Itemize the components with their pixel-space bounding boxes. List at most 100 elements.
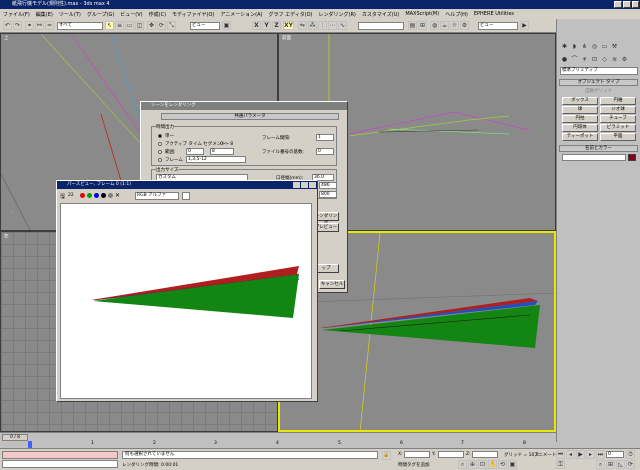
category-dropdown[interactable]: 標準プリミティブ xyxy=(560,67,638,75)
geosphere-button[interactable]: ジオ球 xyxy=(600,106,636,114)
every-nth-field[interactable]: 1 xyxy=(316,134,334,141)
axis-z-button[interactable]: Z xyxy=(272,21,281,30)
create-tab-icon[interactable]: ✱ xyxy=(560,42,569,51)
menu-group[interactable]: グループ(G) xyxy=(84,11,117,18)
key-mode-icon[interactable]: ⚿ xyxy=(556,460,565,469)
cone-button[interactable]: 円錐 xyxy=(600,97,636,105)
select-by-name-icon[interactable]: ≡ xyxy=(115,21,124,30)
frame-minimize-button[interactable] xyxy=(293,182,300,188)
link-icon[interactable]: ⚭ xyxy=(25,21,34,30)
spacing-icon[interactable]: ⋯ xyxy=(328,21,337,30)
goto-start-icon[interactable]: ⏮ xyxy=(556,450,565,459)
rect-region-icon[interactable]: ▭ xyxy=(125,21,134,30)
save-image-icon[interactable]: 🖫 xyxy=(60,192,65,202)
axis-y-button[interactable]: Y xyxy=(262,21,271,30)
pivot-center-icon[interactable]: ▣ xyxy=(222,21,231,30)
name-color-rollout[interactable]: 名前とカラー xyxy=(559,145,638,152)
bind-spacewarp-icon[interactable]: ≈ xyxy=(45,21,54,30)
menu-create[interactable]: 作成(C) xyxy=(146,11,169,18)
menu-animation[interactable]: アニメーション(A) xyxy=(217,11,265,18)
current-frame-field[interactable]: 0 xyxy=(606,451,624,458)
menu-edit[interactable]: 編集(E) xyxy=(33,11,56,18)
range-to-field[interactable]: 8 xyxy=(210,148,234,155)
render-view-dropdown[interactable]: ビュー xyxy=(478,22,518,30)
select-rotate-icon[interactable]: ⟳ xyxy=(157,21,166,30)
plane-button[interactable]: 平面 xyxy=(600,133,636,141)
modify-tab-icon[interactable]: ◗ xyxy=(570,42,579,51)
undo-icon[interactable]: ↶ xyxy=(3,21,12,30)
zoom-all-icon[interactable]: ⊕ xyxy=(468,460,477,469)
animate-button[interactable]: アニメート xyxy=(534,452,556,458)
object-type-rollout[interactable]: オブジェクト タイプ xyxy=(559,79,638,86)
active-segment-radio[interactable] xyxy=(158,142,162,146)
time-slider-bar[interactable]: 0 / 8 1 2 3 4 5 6 7 8 xyxy=(0,432,556,448)
geometry-icon[interactable]: ● xyxy=(560,55,569,64)
pyramid-button[interactable]: ピラミッド xyxy=(600,124,636,132)
motion-tab-icon[interactable]: ◎ xyxy=(590,42,599,51)
width-value-field[interactable]: 486 xyxy=(319,182,337,189)
menu-views[interactable]: ビュー(V) xyxy=(117,11,145,18)
spacewarps-icon[interactable]: ≋ xyxy=(610,55,619,64)
region-zoom-icon[interactable]: ⊞ xyxy=(606,460,615,469)
arc-rotate-icon[interactable]: ⟲ xyxy=(498,460,507,469)
ref-coord-dropdown[interactable]: ビュー xyxy=(190,22,220,30)
selection-filter-dropdown[interactable]: すべて xyxy=(57,22,103,30)
common-params-rollout[interactable]: 共通パラメータ xyxy=(161,113,339,120)
object-name-field[interactable] xyxy=(562,154,626,161)
frames-radio[interactable] xyxy=(158,158,162,162)
next-frame-icon[interactable]: ▸ xyxy=(586,450,595,459)
shapes-icon[interactable]: ⌒ xyxy=(570,55,579,64)
orbit-icon[interactable]: ⟳ xyxy=(626,460,635,469)
axis-xy-button[interactable]: XY xyxy=(283,21,294,30)
axis-x-button[interactable]: X xyxy=(252,21,261,30)
pan-icon[interactable]: ✋ xyxy=(488,460,497,469)
box-button[interactable]: ボックス xyxy=(562,97,598,105)
blue-channel-icon[interactable] xyxy=(94,193,99,198)
track-view-icon[interactable]: ▤ xyxy=(408,21,417,30)
menu-tools[interactable]: ツール(T) xyxy=(56,11,84,18)
schematic-view-icon[interactable]: ⊞ xyxy=(418,21,427,30)
file-number-field[interactable]: 0 xyxy=(316,148,334,155)
array-icon[interactable]: ⁂ xyxy=(308,21,317,30)
tube-button[interactable]: チューブ xyxy=(600,115,636,123)
render-last-icon[interactable]: ▶ xyxy=(520,21,529,30)
material-editor-icon[interactable]: ◍ xyxy=(430,21,439,30)
channel-dropdown[interactable]: RGB アルファ xyxy=(135,192,179,200)
named-selection-dropdown[interactable] xyxy=(358,22,404,30)
sphere-button[interactable]: 球 xyxy=(562,106,598,114)
field-of-view-icon[interactable]: ◺ xyxy=(616,460,625,469)
display-tab-icon[interactable]: ▭ xyxy=(600,42,609,51)
frames-field[interactable]: 1,3,5-12 xyxy=(186,156,246,163)
helpers-icon[interactable]: ◇ xyxy=(600,55,609,64)
select-move-icon[interactable]: ✥ xyxy=(147,21,156,30)
menu-ephere[interactable]: EPHERE Utilities xyxy=(471,11,517,17)
frame-close-button[interactable] xyxy=(309,182,316,188)
play-icon[interactable]: ▶ xyxy=(576,450,585,459)
utilities-tab-icon[interactable]: ⚒ xyxy=(610,42,619,51)
single-radio[interactable] xyxy=(158,134,162,138)
x-coordinate-field[interactable] xyxy=(404,451,430,458)
lock-selection-icon[interactable]: 🔒 xyxy=(382,451,391,460)
object-color-swatch[interactable] xyxy=(628,154,636,161)
window-crossing-icon[interactable]: ◫ xyxy=(135,21,144,30)
cancel-button[interactable]: キャンセル xyxy=(319,280,345,289)
menu-help[interactable]: ヘルプ(H) xyxy=(442,11,471,18)
maximize-viewport-icon[interactable]: ▣ xyxy=(508,460,517,469)
red-channel-icon[interactable] xyxy=(80,193,85,198)
maxscript-listener-field[interactable] xyxy=(2,451,118,459)
range-from-field[interactable]: 0 xyxy=(186,148,204,155)
goto-end-icon[interactable]: ⏭ xyxy=(596,450,605,459)
y-coordinate-field[interactable] xyxy=(438,451,464,458)
viewport-zoom-icon[interactable]: ⌕ xyxy=(596,460,605,469)
mono-icon[interactable] xyxy=(108,193,113,198)
height-value-field[interactable]: 800 xyxy=(319,191,337,198)
quick-render-icon[interactable]: ☼ xyxy=(450,21,459,30)
render-scene-icon[interactable]: ☕ xyxy=(440,21,449,30)
align-icon[interactable]: ⫶ xyxy=(318,21,327,30)
render-type-icon[interactable]: ⚙ xyxy=(460,21,469,30)
teapot-button[interactable]: ティーポット xyxy=(562,133,598,141)
menu-customize[interactable]: カスタマイズ(U) xyxy=(359,11,402,18)
frame-maximize-button[interactable] xyxy=(301,182,308,188)
menu-maxscript[interactable]: MAXScript(M) xyxy=(402,11,442,17)
maxscript-output-field[interactable] xyxy=(2,460,118,468)
